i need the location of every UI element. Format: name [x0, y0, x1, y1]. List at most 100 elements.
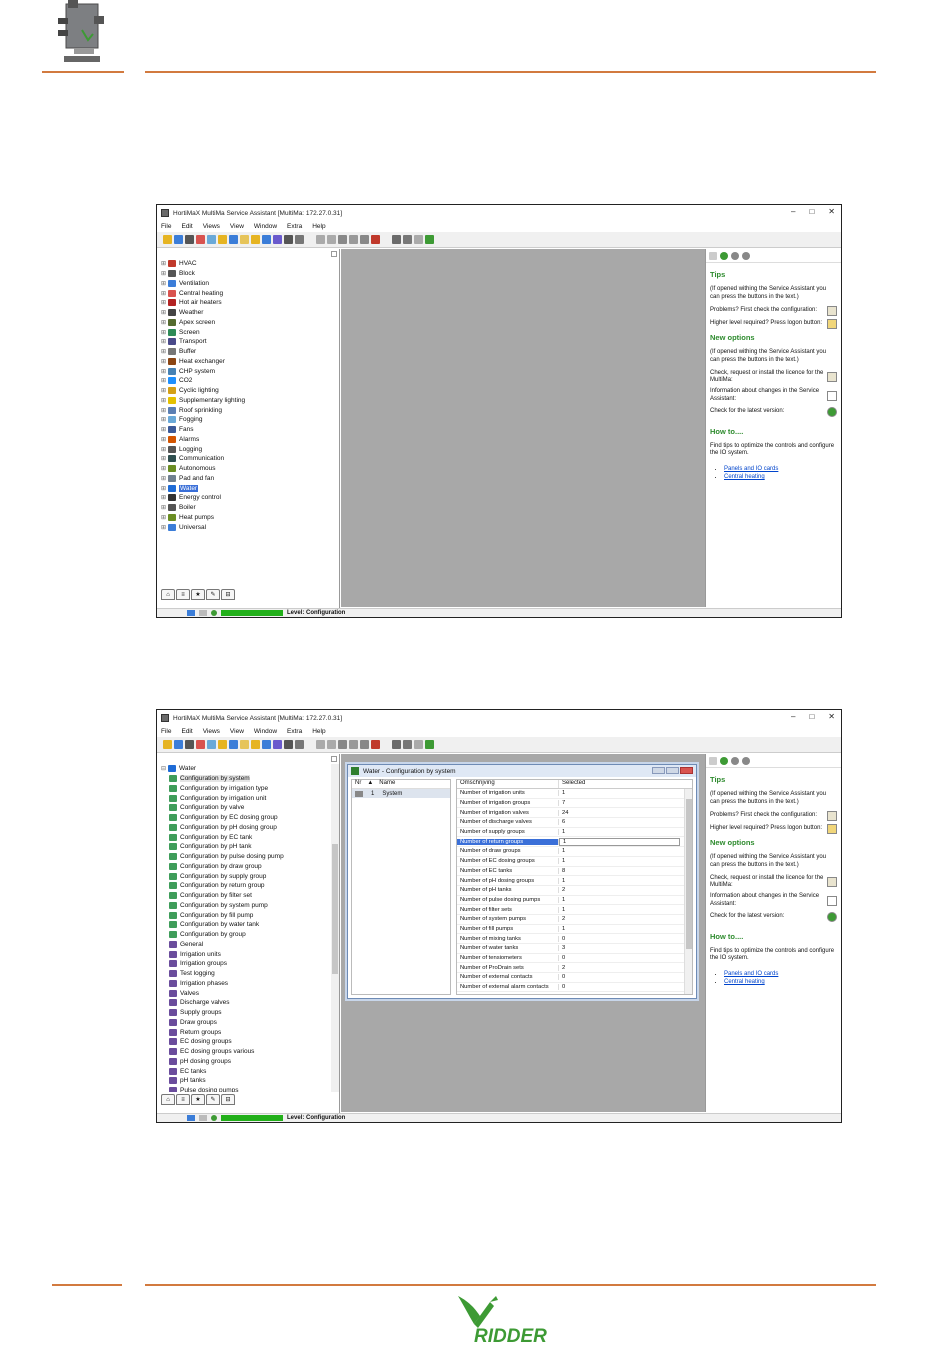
collapse-icon[interactable]: ⊟: [159, 765, 168, 772]
tree-item[interactable]: EC dosing groups: [159, 1037, 329, 1047]
tree-item[interactable]: ⊞ Supplementary lighting: [159, 396, 329, 406]
list-header-nr[interactable]: Nr: [355, 780, 361, 788]
expand-icon[interactable]: ⊞: [159, 309, 168, 316]
menu-views[interactable]: Views: [203, 728, 220, 735]
expand-icon[interactable]: ⊞: [159, 319, 168, 326]
tree-item[interactable]: Irrigation phases: [159, 979, 329, 989]
expand-icon[interactable]: ⊞: [159, 368, 168, 375]
tree-item[interactable]: ⊞ Apex screen: [159, 318, 329, 328]
expand-icon[interactable]: ⊞: [159, 485, 168, 492]
link-panels-io[interactable]: Panels and IO cards: [724, 971, 778, 977]
toolbar-button-4-icon[interactable]: [196, 740, 205, 749]
expand-icon[interactable]: ⊞: [159, 416, 168, 423]
toolbar-button-9-icon[interactable]: [251, 235, 260, 244]
col-selected[interactable]: Selected: [559, 780, 585, 788]
changes-icon[interactable]: [827, 391, 837, 402]
toolbar-button-5-icon[interactable]: [207, 740, 216, 749]
tree-item[interactable]: ⊞ CHP system: [159, 366, 329, 376]
scrollbar-thumb[interactable]: [332, 844, 338, 974]
toolbar-button-19-icon[interactable]: [371, 235, 380, 244]
menu-help[interactable]: Help: [312, 728, 325, 735]
tree-item[interactable]: Configuration by pH dosing group: [159, 823, 329, 833]
toolbar-button-21-icon[interactable]: [403, 740, 412, 749]
expand-icon[interactable]: ⊞: [159, 407, 168, 414]
tree-item[interactable]: ⊞ Fogging: [159, 415, 329, 425]
toolbar-button-23-icon[interactable]: [425, 235, 434, 244]
table-row[interactable]: Number of pH tanks 2: [457, 886, 692, 896]
toolbar-button-17-icon[interactable]: [349, 235, 358, 244]
col-omschrijving[interactable]: Omschrijving: [457, 780, 559, 788]
tree-item[interactable]: EC tanks: [159, 1066, 329, 1076]
tab-home[interactable]: ⌂: [161, 1094, 175, 1105]
tree-item[interactable]: ⊞ Universal: [159, 522, 329, 532]
toolbar-button-21-icon[interactable]: [403, 235, 412, 244]
expand-icon[interactable]: ⊞: [159, 358, 168, 365]
maximize-icon[interactable]: □: [809, 207, 814, 216]
value-dropdown[interactable]: 1: [559, 837, 680, 846]
tree-item[interactable]: ⊞ Block: [159, 269, 329, 279]
toolbar-button-1-icon[interactable]: [163, 740, 172, 749]
tree-item[interactable]: pH dosing groups: [159, 1057, 329, 1067]
tree-item[interactable]: Configuration by supply group: [159, 871, 329, 881]
menu-view[interactable]: View: [230, 223, 244, 230]
tab-network[interactable]: ⊟: [221, 1094, 235, 1105]
toolbar-button-15-icon[interactable]: [327, 235, 336, 244]
toolbar-button-10-icon[interactable]: [262, 235, 271, 244]
tree-item[interactable]: ⊞ Cyclic lighting: [159, 386, 329, 396]
tree-item[interactable]: Irrigation groups: [159, 959, 329, 969]
forward-icon[interactable]: [742, 756, 750, 765]
toolbar-button-2-icon[interactable]: [174, 235, 183, 244]
table-row[interactable]: Number of return groups 1: [457, 837, 692, 848]
tree-item[interactable]: Test logging: [159, 969, 329, 979]
menu-views[interactable]: Views: [203, 223, 220, 230]
tab-tree[interactable]: ≡: [176, 1094, 190, 1105]
toolbar-button-12-icon[interactable]: [284, 235, 293, 244]
tree-item[interactable]: pH tanks: [159, 1076, 329, 1086]
toolbar-button-23-icon[interactable]: [425, 740, 434, 749]
tree-item[interactable]: Configuration by irrigation type: [159, 784, 329, 794]
toolbar-button-15-icon[interactable]: [327, 740, 336, 749]
link-central-heating[interactable]: Central heating: [724, 474, 765, 480]
tab-favorites[interactable]: ★: [191, 589, 205, 600]
update-icon[interactable]: [827, 911, 837, 922]
tree-item[interactable]: Configuration by system: [159, 774, 329, 784]
tab-favorites[interactable]: ★: [191, 1094, 205, 1105]
expand-icon[interactable]: ⊞: [159, 455, 168, 462]
toolbar-button-13-icon[interactable]: [295, 235, 304, 244]
toolbar-button-18-icon[interactable]: [360, 740, 369, 749]
tree-item[interactable]: Configuration by group: [159, 930, 329, 940]
licence-icon[interactable]: [827, 372, 837, 383]
tree-item[interactable]: ⊞ Autonomous: [159, 464, 329, 474]
expand-icon[interactable]: ⊞: [159, 465, 168, 472]
minimize-icon[interactable]: –: [791, 712, 795, 721]
toolbar-button-14-icon[interactable]: [316, 740, 325, 749]
expand-icon[interactable]: ⊞: [159, 348, 168, 355]
edit-icon[interactable]: [709, 251, 717, 260]
toolbar-button-6-icon[interactable]: [218, 235, 227, 244]
tab-tools[interactable]: ✎: [206, 589, 220, 600]
expand-icon[interactable]: ⊞: [159, 494, 168, 501]
toolbar-button-13-icon[interactable]: [295, 740, 304, 749]
tree-item[interactable]: Pulse dosing pumps: [159, 1086, 329, 1092]
back-icon[interactable]: [731, 251, 739, 260]
menu-window[interactable]: Window: [254, 728, 277, 735]
logon-icon[interactable]: [827, 319, 837, 330]
tree-item[interactable]: General: [159, 940, 329, 950]
toolbar-button-6-icon[interactable]: [218, 740, 227, 749]
tree-item[interactable]: ⊞ CO2: [159, 376, 329, 386]
tree-item[interactable]: ⊞ Communication: [159, 454, 329, 464]
tree-item[interactable]: Configuration by pH tank: [159, 842, 329, 852]
table-row[interactable]: Number of system pumps 2: [457, 915, 692, 925]
licence-icon[interactable]: [827, 877, 837, 888]
logon-icon[interactable]: [827, 824, 837, 835]
tree-item[interactable]: ⊞ Heat exchanger: [159, 357, 329, 367]
configuration-icon[interactable]: [827, 811, 837, 822]
update-icon[interactable]: [827, 406, 837, 417]
tree-item[interactable]: Configuration by system pump: [159, 901, 329, 911]
changes-icon[interactable]: [827, 896, 837, 907]
toolbar-button-20-icon[interactable]: [392, 740, 401, 749]
expand-icon[interactable]: ⊞: [159, 299, 168, 306]
tree-item[interactable]: ⊞ Transport: [159, 337, 329, 347]
expand-icon[interactable]: ⊞: [159, 524, 168, 531]
toolbar-button-18-icon[interactable]: [360, 235, 369, 244]
